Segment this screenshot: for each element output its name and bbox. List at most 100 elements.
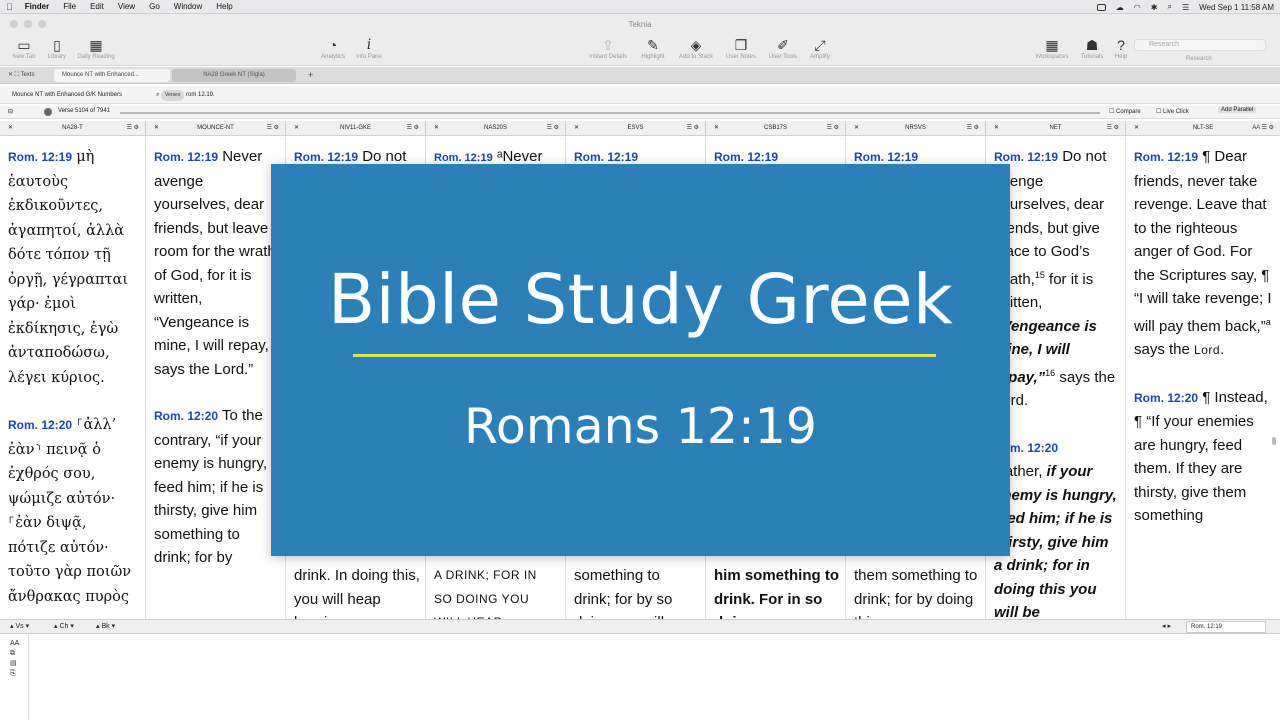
menu-go[interactable]: Go [149, 2, 160, 11]
verse-ref[interactable]: Rom. 12:19 [1134, 150, 1198, 164]
menu-view[interactable]: View [118, 2, 135, 11]
verse-text: . [1220, 341, 1225, 358]
vs-label: Vs [15, 623, 24, 630]
verse-ref[interactable]: Rom. 12:20 [1134, 391, 1198, 405]
verse-step[interactable]: ▴ Vs ▾ [10, 622, 29, 630]
font-size-icon[interactable]: AA [10, 639, 19, 649]
search-icon[interactable]: ⌕ [1167, 2, 1171, 12]
column-tools-icon[interactable]: ☰ ⚙ [827, 121, 839, 136]
nas-line: WILL HEAP [434, 611, 560, 619]
column-nlt[interactable]: Rom. 12:19 ¶ Dear friends, never take re… [1126, 137, 1280, 619]
menu-help[interactable]: Help [216, 2, 232, 11]
col-header-na28[interactable]: ✕ NA28-T ☰ ⚙ [0, 121, 146, 136]
overlay-title: Bible Study Greek [327, 260, 954, 340]
research-search-input[interactable]: Research [1134, 39, 1266, 51]
verse-text: ¶ Instead, ¶ “If your enemies are hungry… [1134, 388, 1268, 525]
verse-ref[interactable]: Rom. 12:19 [574, 150, 638, 164]
verse-ref[interactable]: Rom. 12:20 [154, 409, 218, 423]
zoom-window-icon[interactable] [38, 20, 46, 28]
footnote-marker[interactable]: a [1266, 317, 1271, 327]
reference-field[interactable]: Rom. 12:19 [1186, 621, 1266, 633]
col-header-net[interactable]: ✕ NET ☰ ⚙ [986, 121, 1126, 136]
wifi-icon[interactable]: ◠ [1134, 3, 1141, 12]
book-step[interactable]: ▴ Bk ▾ [96, 622, 115, 630]
col-header-nrsv[interactable]: ✕ NRSVS ☰ ⚙ [846, 121, 986, 136]
col-header-nlt[interactable]: ✕ NLT-SE AA ☰ ⚙ [1126, 121, 1280, 136]
instant-details-button[interactable]: ⇪ Instant Details [585, 36, 631, 60]
bluetooth-icon[interactable]: ✱ [1151, 3, 1158, 12]
highlight-button[interactable]: ✎ Highlight [630, 36, 676, 60]
footnote-marker[interactable]: 16 [1045, 368, 1055, 378]
footnote-marker[interactable]: 15 [1035, 270, 1045, 280]
col-name: ESVS [627, 125, 644, 131]
control-center-icon[interactable]: ☰ [1182, 3, 1189, 12]
column-tools-icon[interactable]: AA ☰ ⚙ [1252, 121, 1274, 136]
nav-arrows-icon[interactable]: ◂ ▸ [1162, 622, 1171, 630]
cloud-icon[interactable]: ☁ [1116, 3, 1124, 12]
menu-file[interactable]: File [63, 2, 76, 11]
verse-slider-knob[interactable] [44, 108, 52, 116]
tab-bar: ✕ ⛶ Texts Mounce NT with Enhanced... NA2… [0, 67, 1280, 84]
resource-select[interactable]: Mounce NT with Enhanced G/K Numbers [8, 90, 126, 101]
clipboard-icon[interactable]: ▤ [10, 659, 19, 669]
column-tools-icon[interactable]: ☰ ⚙ [1107, 121, 1119, 136]
battery-icon[interactable] [1096, 3, 1106, 11]
minimize-window-icon[interactable] [24, 20, 32, 28]
menu-app-name[interactable]: Finder [25, 2, 49, 11]
verse-ref[interactable]: Rom. 12:19 [154, 150, 218, 164]
tab-mounce[interactable]: Mounce NT with Enhanced... [54, 69, 170, 82]
col-name: MOUNCE-NT [197, 125, 234, 131]
copy-icon[interactable]: ⧉ [10, 649, 19, 659]
column-tools-icon[interactable]: ☰ ⚙ [267, 121, 279, 136]
amplify-button[interactable]: ⤢ Amplify [797, 36, 843, 60]
add-tab-button[interactable]: + [300, 69, 313, 82]
chapter-step[interactable]: ▴ Ch ▾ [54, 622, 74, 630]
col-header-niv[interactable]: ✕ NIV11-GKE ☰ ⚙ [286, 121, 426, 136]
col-header-mounce[interactable]: ✕ MOUNCE-NT ☰ ⚙ [146, 121, 286, 136]
menu-edit[interactable]: Edit [90, 2, 104, 11]
tab-na28[interactable]: NA28 Greek NT (Sigla) [172, 69, 296, 82]
info-pane-button[interactable]: i Info Pane [346, 36, 392, 60]
notes-pane[interactable]: AA ⧉ ▤ ⎘ [0, 635, 1280, 720]
column-tools-icon[interactable]: ☰ ⚙ [407, 121, 419, 136]
col-header-nas[interactable]: ✕ NAS20S ☰ ⚙ [426, 121, 566, 136]
texts-tab[interactable]: ✕ ⛶ Texts [2, 69, 34, 82]
add-parallel-button[interactable]: Add Parallel [1218, 107, 1257, 113]
verse-ref[interactable]: Rom. 12:19 [714, 150, 778, 164]
live-click-label: Live Click [1163, 109, 1189, 115]
tab-mounce-label: Mounce NT with Enhanced... [62, 72, 139, 78]
verse-ref[interactable]: Rom. 12:19 [854, 150, 918, 164]
column-tools-icon[interactable]: ☰ ⚙ [127, 121, 139, 136]
export-icon[interactable]: ⎘ [10, 669, 19, 679]
daily-reading-button[interactable]: ▦ Daily Reading [73, 36, 119, 60]
query-input[interactable]: rom 12.19. [186, 92, 215, 98]
add-to-stack-button[interactable]: ◈ Add to Stack [673, 36, 719, 60]
close-window-icon[interactable] [10, 20, 18, 28]
compare-checkbox[interactable]: ☐ Compare [1109, 108, 1141, 115]
column-tools-icon[interactable]: ☰ ⚙ [547, 121, 559, 136]
verse-text: μὴ ἑαυτοὺς ἐκδικοῦντες, ἀγαπητοί, ἀλλὰ δ… [8, 149, 129, 386]
apple-icon[interactable]:  [6, 2, 13, 12]
column-tools-icon[interactable]: ☰ ⚙ [687, 121, 699, 136]
scrollbar[interactable] [1272, 437, 1276, 445]
verse-ref[interactable]: Rom. 12:19 [434, 152, 493, 164]
verse-ref[interactable]: Rom. 12:19 [8, 150, 72, 164]
clock[interactable]: Wed Sep 1 11:58 AM [1199, 3, 1274, 12]
verse-ref[interactable]: Rom. 12:19 [294, 150, 358, 164]
column-na28[interactable]: Rom. 12:19 μὴ ἑαυτοὺς ἐκδικοῦντες, ἀγαπη… [0, 137, 146, 619]
pen-icon: ✎ [647, 37, 659, 53]
user-notes-button[interactable]: ❐ User Notes [718, 36, 764, 60]
col-header-esv[interactable]: ✕ ESVS ☰ ⚙ [566, 121, 706, 136]
add-to-stack-label: Add to Stack [678, 54, 714, 60]
verse-ref[interactable]: Rom. 12:19 [994, 150, 1058, 164]
column-mounce[interactable]: Rom. 12:19 Never avenge yourselves, dear… [146, 137, 286, 619]
verse-slider-track[interactable] [120, 112, 1100, 114]
ch-label: Ch [59, 623, 69, 630]
scope-pill[interactable]: Verses [161, 90, 185, 101]
column-tools-icon[interactable]: ☰ ⚙ [967, 121, 979, 136]
live-click-checkbox[interactable]: ☐ Live Click [1156, 108, 1189, 115]
menu-window[interactable]: Window [174, 2, 202, 11]
query-area[interactable]: ⌕ Verses rom 12.19. [152, 90, 219, 101]
verse-ref[interactable]: Rom. 12:20 [8, 418, 72, 432]
col-header-csb[interactable]: ✕ CSB17S ☰ ⚙ [706, 121, 846, 136]
